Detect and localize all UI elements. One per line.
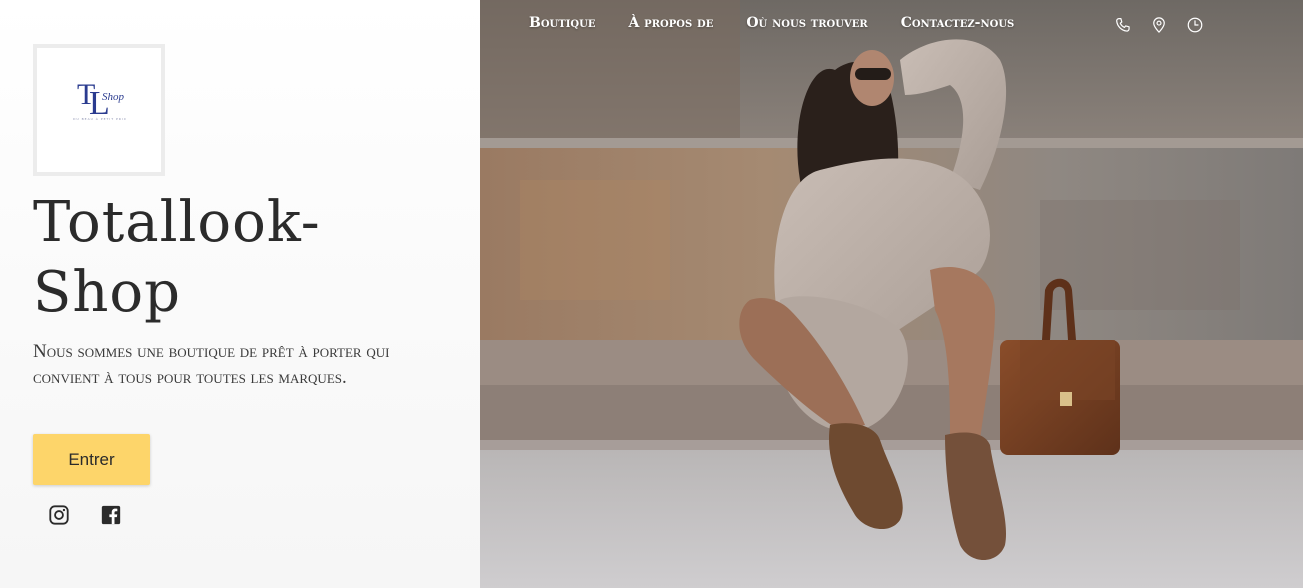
page-title: Totallook-Shop [33, 190, 321, 325]
hero-image: Boutique À propos de Où nous trouver Con… [480, 0, 1303, 588]
nav-link-ou-nous-trouver[interactable]: Où nous trouver [746, 15, 867, 31]
hero-photo [480, 0, 1303, 588]
logo-script: Shop [102, 91, 125, 103]
nav-link-boutique[interactable]: Boutique [529, 15, 595, 31]
phone-icon[interactable] [1114, 16, 1132, 34]
page: T L Shop DU BEAU À PETIT PRIX Totallook-… [0, 0, 1303, 588]
nav-link-a-propos[interactable]: À propos de [628, 15, 713, 31]
clock-icon[interactable] [1186, 16, 1204, 34]
facebook-icon[interactable] [100, 504, 122, 526]
intro-panel: T L Shop DU BEAU À PETIT PRIX Totallook-… [0, 0, 480, 588]
shop-description: Nous sommes une boutique de prêt à porte… [33, 341, 390, 388]
instagram-icon[interactable] [48, 504, 70, 526]
location-pin-icon[interactable] [1150, 16, 1168, 34]
logo[interactable]: T L Shop DU BEAU À PETIT PRIX [33, 44, 165, 176]
main-nav: Boutique À propos de Où nous trouver Con… [529, 15, 1047, 31]
contact-icons [1114, 16, 1204, 34]
logo-mark: T L Shop [77, 78, 125, 122]
logo-tagline: DU BEAU À PETIT PRIX [73, 117, 127, 121]
enter-button[interactable]: Entrer [33, 434, 150, 485]
nav-link-contact[interactable]: Contactez-nous [901, 15, 1015, 31]
